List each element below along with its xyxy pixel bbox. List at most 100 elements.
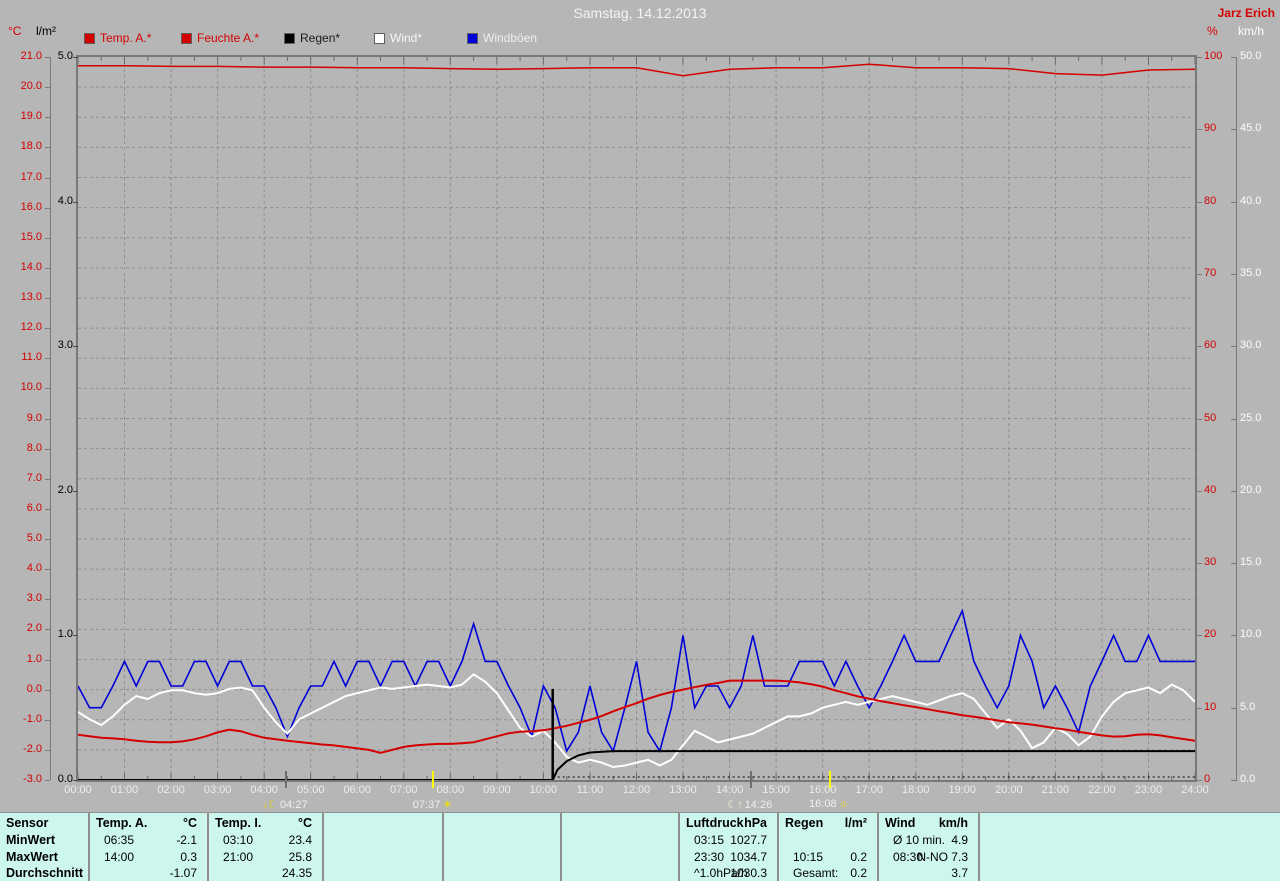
x-axis-label: 11:00 [576, 784, 604, 796]
table-row-label: MinWert [6, 833, 56, 847]
table-col-unit: l/m² [844, 816, 867, 830]
table-col-unit: °C [182, 816, 197, 830]
left-temp-axis-label: 13.0 [20, 291, 42, 303]
right-humidity-axis-label: 80 [1204, 194, 1217, 207]
left-rain-axis-label: 5.0 [57, 50, 73, 62]
table-separator [777, 813, 779, 881]
moonrise-marker: ☾↑ 14:26 [705, 798, 795, 812]
left-rain-tick [73, 635, 78, 637]
moonset-time: 04:27 [280, 798, 308, 811]
right-humidity-axis-label: 20 [1204, 628, 1217, 641]
x-axis-label: 23:00 [1134, 784, 1163, 796]
x-axis-label: 02:00 [157, 784, 185, 796]
table-row-label: Sensor [6, 816, 49, 830]
table-cell-value: 4.9 [951, 833, 968, 847]
axis-labels-layer: 21.0 20.0 19.0 18.0 17.0 16.0 15.0 14.0 13.0 12.0… [0, 0, 1280, 812]
left-temp-axis-label: 4.0 [26, 562, 42, 575]
left-temp-axis-label: 11.0 [21, 351, 42, 364]
table-cell-value: 0.2 [850, 850, 867, 864]
right-wind-axis-label: 40.0 [1240, 194, 1262, 207]
left-temp-axis-label: -2.0 [23, 742, 42, 755]
x-axis-label: 20:00 [995, 784, 1023, 796]
x-axis-label: 08:00 [436, 784, 465, 796]
right-wind-axis-line [1236, 57, 1237, 780]
table-separator [978, 813, 980, 881]
sunset-tick [828, 771, 831, 788]
table-cell-value: 25.8 [288, 850, 312, 864]
x-axis-label: 13:00 [669, 784, 697, 796]
x-axis-label: 19:00 [948, 784, 977, 796]
right-wind-axis-label: 20.0 [1240, 483, 1262, 496]
sun-moon-event-row: ↓☾ 04:27 07:37 ☀ ☾↑ 14:26 16:08 ☼ [0, 798, 1280, 812]
table-col-unit: °C [297, 816, 312, 830]
table-separator [877, 813, 879, 881]
right-humidity-axis-label: 40 [1204, 483, 1217, 496]
left-temp-axis-label: 3.0 [26, 592, 42, 605]
x-axis-label: 09:00 [483, 784, 511, 796]
right-wind-axis-label: 0.0 [1240, 773, 1256, 785]
right-humidity-axis-label: 10 [1204, 700, 1217, 713]
left-temp-axis-label: 6.0 [26, 501, 42, 514]
left-temp-axis-label: 18.0 [20, 140, 42, 153]
right-humidity-axis-label: 50 [1204, 411, 1217, 424]
x-axis-label: 15:00 [762, 784, 790, 796]
left-temp-axis-label: 20.0 [20, 80, 42, 93]
sunrise-tick [432, 771, 435, 788]
right-wind-axis-label: 45.0 [1240, 122, 1262, 135]
x-axis-label: 12:00 [622, 784, 651, 796]
left-temp-axis-label: 1.0 [26, 652, 42, 665]
table-cell-value: N-NO 7.3 [917, 850, 968, 864]
right-humidity-axis-label: 90 [1204, 122, 1217, 135]
right-humidity-tick [1196, 346, 1202, 348]
left-rain-tick [73, 780, 78, 781]
sunrise-time: 07:37 [412, 798, 441, 811]
left-temp-axis-label: 17.0 [20, 170, 42, 183]
table-separator [322, 813, 324, 881]
x-axis-label: 10:00 [529, 784, 558, 796]
table-cell-value: 24.35 [281, 866, 312, 880]
table-row-label: Durchschnitt [6, 866, 84, 880]
x-axis-label: 14:00 [715, 784, 744, 796]
left-temp-axis-label: 12.0 [20, 321, 42, 334]
left-rain-axis-label: 3.0 [57, 339, 73, 352]
left-rain-axis-label: 2.0 [57, 483, 73, 496]
x-axis-label: 22:00 [1088, 784, 1116, 796]
table-col-unit: km/h [938, 816, 968, 830]
table-separator [442, 813, 444, 881]
right-wind-axis-label: 10.0 [1240, 628, 1262, 641]
x-axis-label: 05:00 [296, 784, 325, 796]
x-axis-label: 21:00 [1041, 784, 1070, 796]
right-humidity-tick [1196, 129, 1202, 131]
left-temp-axis-label: 14.0 [20, 260, 42, 273]
left-temp-axis-label: 7.0 [26, 471, 42, 484]
sunrise-marker: 07:37 ☀ [387, 798, 477, 812]
right-wind-axis-label: 35.0 [1240, 266, 1262, 279]
table-cell-value: 23.4 [288, 833, 312, 847]
right-humidity-tick [1196, 707, 1202, 709]
table-cell-value: 1030.3 [730, 866, 767, 880]
right-humidity-axis-label: 100 [1204, 50, 1223, 62]
x-axis-label: 04:00 [250, 784, 278, 796]
right-humidity-tick [1196, 273, 1202, 275]
table-cell-value: 0.2 [850, 866, 867, 880]
x-axis-label: 01:00 [110, 784, 139, 796]
sunset-time: 16:08 [809, 798, 837, 810]
x-axis-label: 06:00 [343, 784, 372, 796]
right-humidity-tick [1196, 490, 1202, 492]
table-cell-value: -1.07 [169, 866, 197, 880]
left-temp-axis-label: 21.0 [20, 50, 42, 62]
right-wind-axis-label: 5.0 [1240, 700, 1256, 713]
left-rain-axis-label: 1.0 [57, 628, 73, 641]
x-axis-label: 24:00 [1181, 784, 1209, 796]
right-humidity-axis-label: 70 [1204, 266, 1217, 279]
left-temp-axis-label: 8.0 [26, 441, 42, 454]
table-col-unit: hPa [744, 816, 767, 830]
x-axis-label: 00:00 [64, 784, 92, 796]
left-temp-axis-label: 19.0 [20, 110, 42, 123]
sunset-marker: 16:08 ☼ [784, 798, 874, 810]
table-cell-value: 1027.7 [730, 833, 767, 847]
right-humidity-tick [1196, 563, 1202, 565]
left-rain-tick [73, 201, 78, 203]
moonrise-icon: ☾↑ [727, 799, 743, 811]
table-row-label: MaxWert [6, 850, 58, 864]
